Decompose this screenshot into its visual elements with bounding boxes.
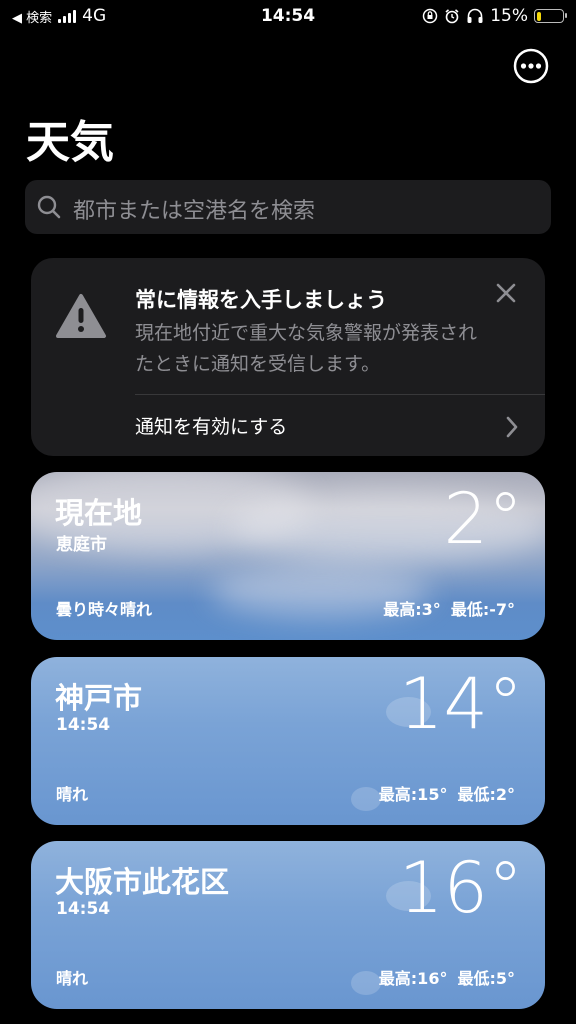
rotation-lock-icon <box>422 8 438 24</box>
weather-condition: 晴れ <box>56 969 89 988</box>
search-icon <box>37 195 61 219</box>
search-field[interactable]: 都市または空港名を検索 <box>25 180 551 234</box>
location-subtitle: 14:54 <box>56 899 111 919</box>
location-card[interactable]: 神戸市 14:54 14° 晴れ 最高:15° 最低:2° <box>31 657 545 825</box>
current-temperature: 16° <box>398 847 523 929</box>
alarm-icon <box>445 9 459 24</box>
location-card[interactable]: 大阪市此花区 14:54 16° 晴れ 最高:16° 最低:5° <box>31 841 545 1009</box>
headphones-icon <box>467 8 483 23</box>
chevron-right-icon <box>506 416 518 438</box>
location-subtitle: 14:54 <box>56 715 111 735</box>
low-temperature: 最低:5° <box>457 969 515 988</box>
high-temperature: 最高:15° <box>378 785 448 804</box>
search-placeholder: 都市または空港名を検索 <box>73 199 316 224</box>
warning-icon <box>56 294 106 338</box>
low-temperature: 最低:-7° <box>450 600 515 619</box>
sun-flare <box>351 787 381 811</box>
location-name: 神戸市 <box>55 681 143 715</box>
high-temperature: 最高:3° <box>383 600 441 619</box>
status-bar: ◀ 検索 4G 14:54 15% <box>0 0 576 34</box>
location-name: 現在地 <box>55 496 143 530</box>
ellipsis-circle-icon <box>513 48 549 84</box>
location-card[interactable]: 現在地 恵庭市 2° 曇り時々晴れ 最高:3° 最低:-7° <box>31 472 545 640</box>
current-temperature: 14° <box>398 663 523 745</box>
sun-flare <box>351 971 381 995</box>
more-options-button[interactable] <box>513 48 549 84</box>
battery-level <box>536 11 541 21</box>
battery-icon <box>534 9 567 23</box>
alert-title: 常に情報を入手しましょう <box>135 288 387 312</box>
current-temperature: 2° <box>443 478 523 560</box>
weather-condition: 曇り時々晴れ <box>56 600 153 619</box>
high-low-temps: 最高:15° 最低:2° <box>379 781 515 805</box>
low-temperature: 最低:2° <box>457 785 515 804</box>
high-temperature: 最高:16° <box>378 969 448 988</box>
enable-notifications-label: 通知を有効にする <box>135 416 288 438</box>
enable-notifications-button[interactable]: 通知を有効にする <box>135 395 545 456</box>
battery-percent: 15% <box>490 6 528 26</box>
page-title: 天気 <box>26 117 114 168</box>
location-subtitle: 恵庭市 <box>56 535 107 555</box>
weather-condition: 晴れ <box>56 785 89 804</box>
close-icon[interactable] <box>495 282 517 304</box>
notification-prompt-card: 常に情報を入手しましょう 現在地付近で重大な気象警報が発表されたときに通知を受信… <box>31 258 545 456</box>
location-name: 大阪市此花区 <box>55 865 230 899</box>
alert-description: 現在地付近で重大な気象警報が発表されたときに通知を受信します。 <box>135 322 478 375</box>
high-low-temps: 最高:16° 最低:5° <box>379 965 515 989</box>
high-low-temps: 最高:3° 最低:-7° <box>383 596 515 620</box>
